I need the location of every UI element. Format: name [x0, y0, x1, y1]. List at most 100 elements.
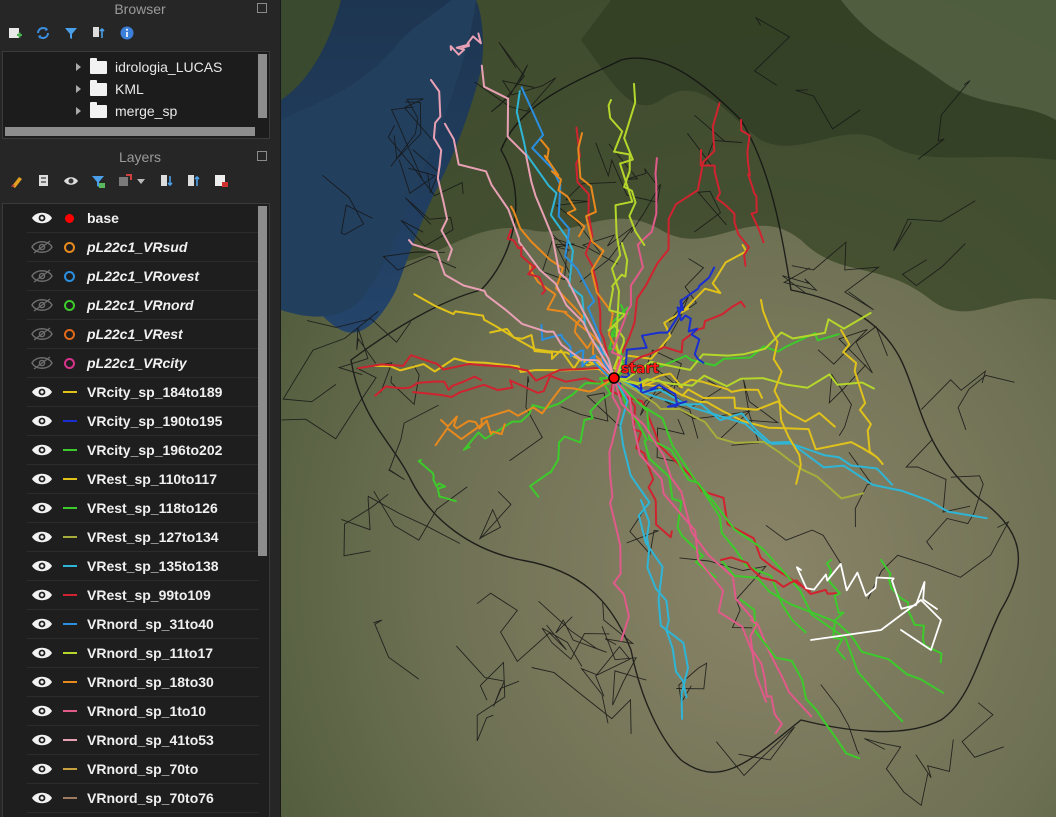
layer-symbol: [62, 705, 77, 717]
start-point-marker[interactable]: [608, 372, 620, 384]
layer-name: VRcity_sp_184to189: [87, 384, 223, 400]
layer-name: VRest_sp_135to138: [87, 558, 219, 574]
map-svg[interactable]: start: [281, 0, 1056, 817]
visibility-eye-icon[interactable]: [31, 675, 53, 689]
layer-name: pL22c1_VRest: [87, 326, 183, 342]
remove-layer-icon[interactable]: [213, 173, 229, 189]
layer-row[interactable]: VRnord_sp_11to17: [27, 639, 259, 668]
visibility-eye-icon[interactable]: [31, 704, 53, 718]
layers-panel: Layers base pL22c1_VRsud pL22c1_VRovest …: [0, 148, 280, 817]
layer-row[interactable]: VRnord_sp_70to76: [27, 784, 259, 813]
properties-info-icon[interactable]: [119, 25, 135, 41]
add-selected-layers-icon[interactable]: [7, 25, 23, 41]
browser-tree: idrologia_LUCAS KML merge_sp: [2, 51, 270, 139]
layer-name: VRnord_sp_1to10: [87, 703, 207, 719]
layer-symbol: [62, 328, 77, 340]
browser-item-idrologia-lucas[interactable]: idrologia_LUCAS: [3, 56, 269, 78]
layer-symbol: [62, 299, 77, 311]
hidden-eye-icon[interactable]: [31, 298, 53, 312]
layer-row[interactable]: VRnord_sp_41to53: [27, 726, 259, 755]
visibility-eye-icon[interactable]: [31, 530, 53, 544]
layer-symbol: [62, 618, 77, 630]
browser-vertical-scrollbar[interactable]: [258, 54, 267, 118]
filter-icon[interactable]: [63, 25, 79, 41]
layer-name: VRest_sp_118to126: [87, 500, 218, 516]
dropdown-arrow-icon[interactable]: [137, 173, 145, 189]
browser-panel-title: Browser: [0, 0, 280, 19]
start-label: start: [621, 361, 659, 377]
browser-horizontal-scrollbar[interactable]: [5, 127, 255, 136]
visibility-eye-icon[interactable]: [31, 414, 53, 428]
layer-row[interactable]: pL22c1_VRcity: [27, 349, 259, 378]
layer-row[interactable]: VRest_sp_135to138: [27, 552, 259, 581]
add-group-icon[interactable]: [36, 173, 52, 189]
layer-symbol: [62, 386, 77, 398]
layer-row[interactable]: pL22c1_VRsud: [27, 233, 259, 262]
layer-symbol: [62, 502, 77, 514]
undock-layers-icon[interactable]: [257, 151, 267, 161]
browser-item-kml[interactable]: KML: [3, 78, 269, 100]
layer-name: VRnord_sp_11to17: [87, 645, 214, 661]
undock-browser-icon[interactable]: [257, 3, 267, 13]
browser-item-merge-sp[interactable]: merge_sp: [3, 100, 269, 122]
collapse-all-layers-icon[interactable]: [186, 173, 202, 189]
filter-expression-icon[interactable]: [117, 173, 133, 189]
visibility-eye-icon[interactable]: [31, 472, 53, 486]
layer-row[interactable]: VRnord_sp_1to10: [27, 697, 259, 726]
collapse-all-icon[interactable]: [91, 25, 107, 41]
visibility-eye-icon[interactable]: [31, 211, 53, 225]
layer-row[interactable]: VRest_sp_118to126: [27, 494, 259, 523]
visibility-eye-icon[interactable]: [31, 791, 53, 805]
layer-row[interactable]: VRnord_sp_18to30: [27, 668, 259, 697]
layer-name: pL22c1_VRovest: [87, 268, 200, 284]
visibility-eye-icon[interactable]: [31, 559, 53, 573]
hidden-eye-icon[interactable]: [31, 327, 53, 341]
manage-visibility-eye-icon[interactable]: [63, 173, 79, 189]
layer-row[interactable]: base: [27, 204, 259, 233]
layer-name: VRnord_sp_41to53: [87, 732, 214, 748]
layer-row[interactable]: VRnord_sp_70to: [27, 755, 259, 784]
expand-caret-icon[interactable]: [76, 107, 81, 115]
layer-row[interactable]: VRest_sp_99to109: [27, 581, 259, 610]
visibility-eye-icon[interactable]: [31, 443, 53, 457]
layer-name: VRnord_sp_70to76: [87, 790, 214, 806]
layer-row[interactable]: VRcity_sp_190to195: [27, 407, 259, 436]
folder-icon: [90, 101, 107, 118]
hidden-eye-icon[interactable]: [31, 356, 53, 370]
filter-legend-icon[interactable]: [90, 173, 106, 189]
visibility-eye-icon[interactable]: [31, 617, 53, 631]
layer-row[interactable]: VRnord_sp_54to69: [27, 813, 259, 817]
layer-row[interactable]: VRnord_sp_31to40: [27, 610, 259, 639]
layer-symbol: [62, 212, 77, 224]
visibility-eye-icon[interactable]: [31, 646, 53, 660]
layer-row[interactable]: VRcity_sp_196to202: [27, 436, 259, 465]
layer-symbol: [62, 473, 77, 485]
refresh-icon[interactable]: [35, 25, 51, 41]
layers-vertical-scrollbar[interactable]: [258, 206, 267, 556]
hidden-eye-icon[interactable]: [31, 240, 53, 254]
layer-styling-icon[interactable]: [9, 173, 25, 189]
browser-title-text: Browser: [114, 1, 166, 17]
expand-all-icon[interactable]: [159, 173, 175, 189]
visibility-eye-icon[interactable]: [31, 588, 53, 602]
layer-row[interactable]: pL22c1_VRest: [27, 320, 259, 349]
left-dock: Browser idrologia_LUCAS KML merge_sp Lay…: [0, 0, 281, 817]
map-canvas[interactable]: start: [281, 0, 1056, 817]
expand-caret-icon[interactable]: [76, 63, 81, 71]
layer-name: pL22c1_VRnord: [87, 297, 194, 313]
layer-row[interactable]: pL22c1_VRnord: [27, 291, 259, 320]
layer-row[interactable]: VRest_sp_127to134: [27, 523, 259, 552]
layer-name: VRest_sp_99to109: [87, 587, 211, 603]
visibility-eye-icon[interactable]: [31, 762, 53, 776]
layer-symbol: [62, 560, 77, 572]
visibility-eye-icon[interactable]: [31, 501, 53, 515]
expand-caret-icon[interactable]: [76, 85, 81, 93]
visibility-eye-icon[interactable]: [31, 733, 53, 747]
layer-name: VRest_sp_110to117: [87, 471, 217, 487]
layer-row[interactable]: pL22c1_VRovest: [27, 262, 259, 291]
layer-row[interactable]: VRest_sp_110to117: [27, 465, 259, 494]
hidden-eye-icon[interactable]: [31, 269, 53, 283]
layer-symbol: [62, 676, 77, 688]
layer-row[interactable]: VRcity_sp_184to189: [27, 378, 259, 407]
visibility-eye-icon[interactable]: [31, 385, 53, 399]
